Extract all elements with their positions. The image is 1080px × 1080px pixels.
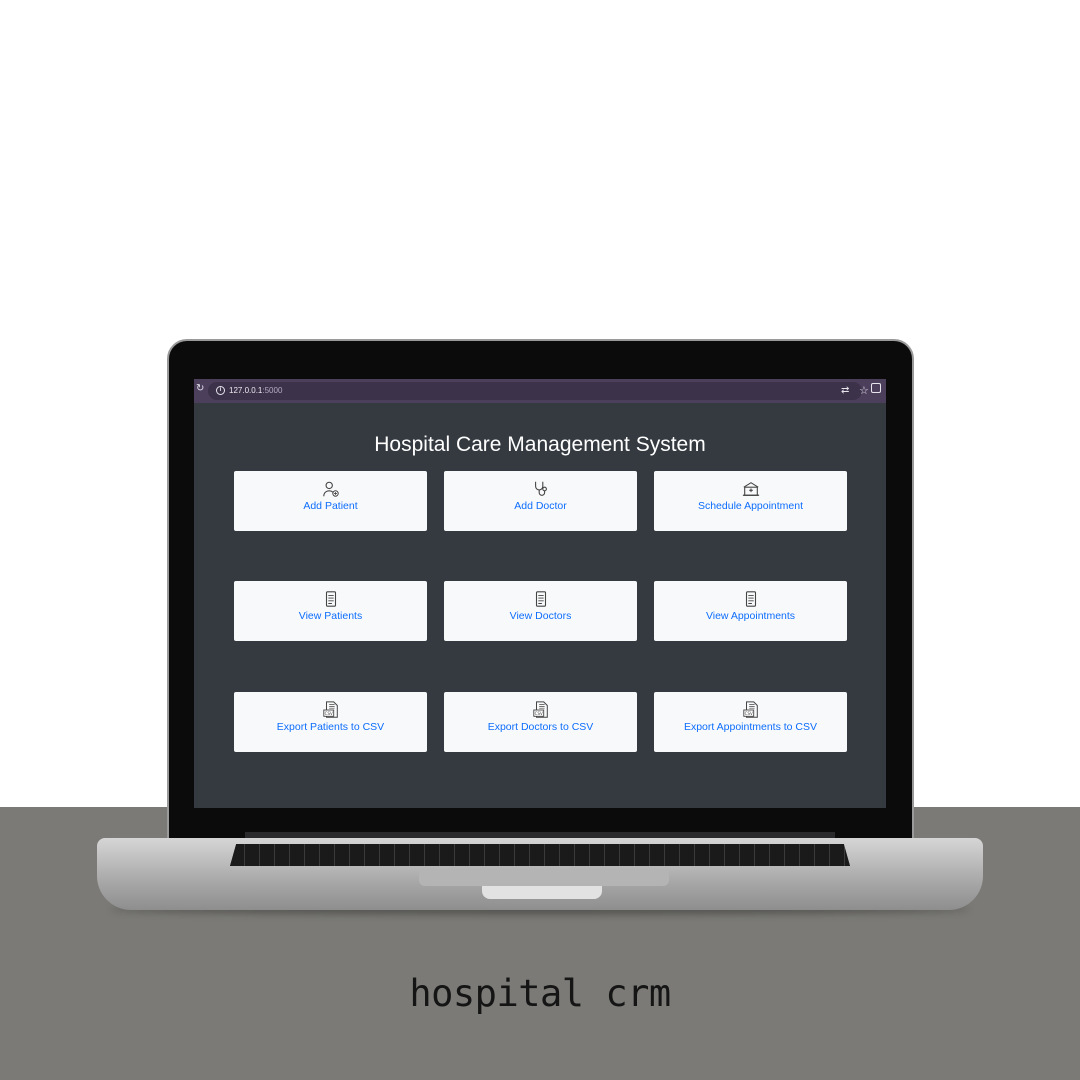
document-icon bbox=[745, 591, 756, 607]
keyboard bbox=[230, 844, 850, 866]
export-doctors-csv-button[interactable]: CSV Export Doctors to CSV bbox=[444, 692, 637, 752]
page-title: Hospital Care Management System bbox=[374, 433, 706, 456]
csv-file-icon: CSV bbox=[742, 701, 758, 718]
extensions-icon[interactable] bbox=[871, 383, 881, 393]
url-port: :5000 bbox=[262, 386, 283, 395]
address-bar[interactable]: i 127.0.0.1:5000 ⇄ ☆ bbox=[208, 382, 869, 400]
card-label: View Doctors bbox=[509, 610, 572, 622]
card-label: Export Patients to CSV bbox=[276, 721, 385, 733]
lid-notch bbox=[482, 886, 602, 899]
export-appointments-csv-button[interactable]: CSV Export Appointments to CSV bbox=[654, 692, 847, 752]
card-label: Export Appointments to CSV bbox=[683, 721, 818, 733]
card-label: View Appointments bbox=[705, 610, 796, 622]
card-label: Add Patient bbox=[303, 500, 358, 512]
card-label: Export Doctors to CSV bbox=[487, 721, 594, 733]
hospital-building-icon bbox=[742, 482, 759, 496]
laptop-base bbox=[97, 838, 983, 910]
svg-text:CSV: CSV bbox=[534, 711, 542, 716]
reload-icon[interactable]: ↻ bbox=[196, 383, 204, 394]
stethoscope-icon bbox=[534, 481, 547, 496]
svg-text:CSV: CSV bbox=[744, 711, 752, 716]
trackpad bbox=[419, 868, 669, 886]
caption-text: hospital crm bbox=[409, 972, 671, 1015]
export-patients-csv-button[interactable]: CSV Export Patients to CSV bbox=[234, 692, 427, 752]
url-text: 127.0.0.1:5000 bbox=[229, 386, 282, 395]
document-icon bbox=[325, 591, 336, 607]
url-host: 127.0.0.1 bbox=[229, 386, 263, 395]
laptop-screen: ↻ i 127.0.0.1:5000 ⇄ ☆ Hospital Care Man… bbox=[194, 379, 886, 808]
translate-icon[interactable]: ⇄ bbox=[841, 385, 849, 396]
csv-file-icon: CSV bbox=[322, 701, 338, 718]
patient-icon bbox=[322, 481, 339, 497]
card-label: Add Doctor bbox=[514, 500, 567, 512]
site-info-icon[interactable]: i bbox=[216, 386, 225, 395]
add-patient-button[interactable]: Add Patient bbox=[234, 471, 427, 531]
card-label: View Patients bbox=[298, 610, 363, 622]
bookmark-star-icon[interactable]: ☆ bbox=[859, 384, 869, 397]
schedule-appointment-button[interactable]: Schedule Appointment bbox=[654, 471, 847, 531]
document-icon bbox=[535, 591, 546, 607]
view-appointments-button[interactable]: View Appointments bbox=[654, 581, 847, 641]
add-doctor-button[interactable]: Add Doctor bbox=[444, 471, 637, 531]
browser-toolbar: ↻ i 127.0.0.1:5000 ⇄ ☆ bbox=[194, 379, 886, 403]
csv-file-icon: CSV bbox=[532, 701, 548, 718]
svg-text:CSV: CSV bbox=[324, 711, 332, 716]
card-label: Schedule Appointment bbox=[697, 500, 804, 512]
view-patients-button[interactable]: View Patients bbox=[234, 581, 427, 641]
view-doctors-button[interactable]: View Doctors bbox=[444, 581, 637, 641]
